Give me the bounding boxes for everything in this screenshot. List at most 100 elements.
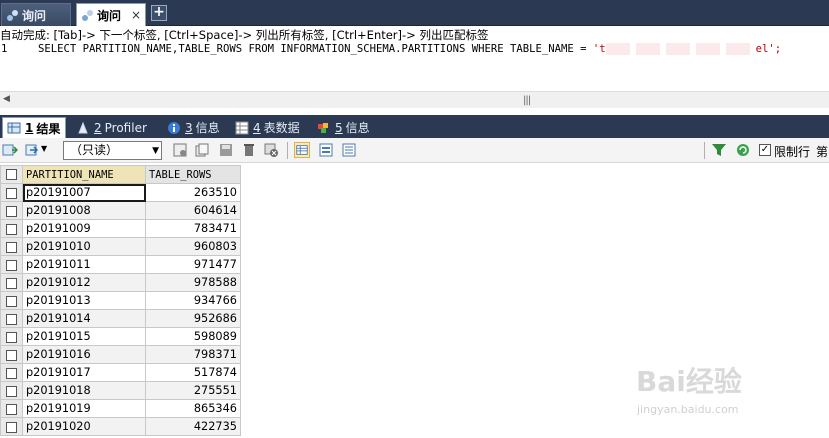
cell-table-rows[interactable]: 422735 (145, 417, 241, 436)
save-icon[interactable] (218, 142, 234, 158)
doc-tab-query-2[interactable]: 询问 × (76, 3, 146, 26)
scroll-grip-icon[interactable]: ||| (523, 95, 531, 106)
row-checkbox[interactable] (0, 417, 23, 436)
row-checkbox[interactable] (0, 201, 23, 220)
export-icon[interactable] (2, 142, 18, 158)
row-checkbox[interactable] (0, 219, 23, 238)
cell-table-rows[interactable]: 275551 (145, 381, 241, 400)
tab-results[interactable]: 1 结果 (2, 117, 66, 138)
doc-tab-query-1[interactable]: 询问 (1, 3, 71, 26)
row-checkbox[interactable] (0, 273, 23, 292)
cell-partition-name[interactable]: p20191015 (22, 327, 146, 346)
new-tab-button[interactable]: + (151, 5, 167, 21)
cell-table-rows[interactable]: 604614 (145, 201, 241, 220)
tab-messages[interactable]: 3 信息 (163, 117, 225, 138)
row-checkbox[interactable] (0, 255, 23, 274)
table-row[interactable]: p20191020 422735 (0, 417, 241, 436)
column-header-table-rows[interactable]: TABLE_ROWS (145, 165, 241, 184)
filter-icon[interactable] (711, 142, 727, 158)
insert-row-icon[interactable] (172, 142, 188, 158)
cell-table-rows[interactable]: 971477 (145, 255, 241, 274)
horizontal-scrollbar[interactable]: ◀ ||| (0, 91, 829, 108)
cell-partition-name[interactable]: p20191014 (22, 309, 146, 328)
table-row[interactable]: p20191009 783471 (0, 219, 241, 238)
text-view-icon[interactable] (341, 142, 357, 158)
form-view-icon[interactable] (318, 142, 334, 158)
tab-label: 信息 (195, 121, 220, 135)
row-checkbox[interactable] (0, 399, 23, 418)
column-header-partition-name[interactable]: PARTITION_NAME (22, 165, 146, 184)
table-icon (235, 121, 249, 134)
tab-info[interactable]: 5 信息 (313, 117, 375, 138)
cell-partition-name[interactable]: p20191013 (22, 291, 146, 310)
import-icon[interactable] (24, 142, 40, 158)
row-checkbox[interactable] (0, 327, 23, 346)
cell-partition-name[interactable]: p20191018 (22, 381, 146, 400)
table-row[interactable]: p20191012 978588 (0, 273, 241, 292)
toolbar-separator (704, 142, 705, 159)
sql-string-end: el'; (755, 43, 782, 55)
row-checkbox[interactable] (0, 309, 23, 328)
cell-table-rows[interactable]: 934766 (145, 291, 241, 310)
cell-table-rows[interactable]: 517874 (145, 363, 241, 382)
cell-partition-name[interactable]: p20191007 (22, 183, 146, 202)
refresh-icon[interactable] (735, 142, 751, 158)
cell-table-rows[interactable]: 960803 (145, 237, 241, 256)
query-icon (82, 9, 93, 21)
tab-profiler[interactable]: 2 Profiler (72, 117, 156, 138)
table-row[interactable]: p20191018 275551 (0, 381, 241, 400)
cell-table-rows[interactable]: 798371 (145, 345, 241, 364)
scroll-left-icon[interactable]: ◀ (3, 94, 10, 104)
table-row[interactable]: p20191008 604614 (0, 201, 241, 220)
result-mode-select[interactable]: （只读） ▼ (63, 141, 162, 160)
grid-view-icon[interactable] (294, 142, 310, 158)
line-number: 1 (1, 43, 8, 55)
cell-partition-name[interactable]: p20191017 (22, 363, 146, 382)
select-all-checkbox[interactable] (0, 165, 23, 184)
document-tab-bar: 询问 询问 × + (0, 0, 829, 26)
cell-partition-name[interactable]: p20191016 (22, 345, 146, 364)
cell-partition-name[interactable]: p20191008 (22, 201, 146, 220)
autocomplete-hint: 自动完成: [Tab]-> 下一个标签, [Ctrl+Space]-> 列出所有… (0, 28, 489, 42)
result-grid[interactable]: PARTITION_NAME TABLE_ROWS p20191007 26351… (0, 165, 241, 436)
cell-partition-name[interactable]: p20191009 (22, 219, 146, 238)
row-checkbox[interactable] (0, 183, 23, 202)
cell-table-rows[interactable]: 952686 (145, 309, 241, 328)
duplicate-row-icon[interactable] (194, 142, 210, 158)
row-checkbox[interactable] (0, 381, 23, 400)
table-row[interactable]: p20191015 598089 (0, 327, 241, 346)
sql-text: SELECT PARTITION_NAME,TABLE_ROWS FROM IN… (38, 43, 593, 55)
cell-table-rows[interactable]: 978588 (145, 273, 241, 292)
cell-table-rows[interactable]: 263510 (145, 183, 241, 202)
row-checkbox[interactable] (0, 363, 23, 382)
tab-label: Profiler (104, 120, 147, 135)
profiler-icon (78, 121, 88, 133)
cell-partition-name[interactable]: p20191012 (22, 273, 146, 292)
tab-label: 表数据 (263, 121, 300, 135)
sql-editor-line[interactable]: 1 SELECT PARTITION_NAME,TABLE_ROWS FROM I… (0, 43, 781, 58)
row-checkbox[interactable] (0, 291, 23, 310)
cell-table-rows[interactable]: 783471 (145, 219, 241, 238)
cell-partition-name[interactable]: p20191010 (22, 237, 146, 256)
chevron-down-icon[interactable]: ▼ (41, 144, 47, 153)
table-row[interactable]: p20191007 263510 (0, 183, 241, 202)
cancel-changes-icon[interactable] (263, 142, 279, 158)
cell-partition-name[interactable]: p20191020 (22, 417, 146, 436)
table-row[interactable]: p20191017 517874 (0, 363, 241, 382)
delete-icon[interactable] (241, 142, 257, 158)
cell-table-rows[interactable]: 598089 (145, 327, 241, 346)
table-row[interactable]: p20191016 798371 (0, 345, 241, 364)
table-row[interactable]: p20191013 934766 (0, 291, 241, 310)
table-row[interactable]: p20191019 865346 (0, 399, 241, 418)
limit-rows-checkbox[interactable]: ✓ (759, 144, 771, 156)
cell-partition-name[interactable]: p20191019 (22, 399, 146, 418)
table-row[interactable]: p20191014 952686 (0, 309, 241, 328)
row-checkbox[interactable] (0, 237, 23, 256)
tab-table-data[interactable]: 4 表数据 (231, 117, 307, 138)
cell-partition-name[interactable]: p20191011 (22, 255, 146, 274)
close-icon[interactable]: × (131, 8, 141, 22)
cell-table-rows[interactable]: 865346 (145, 399, 241, 418)
table-row[interactable]: p20191010 960803 (0, 237, 241, 256)
table-row[interactable]: p20191011 971477 (0, 255, 241, 274)
row-checkbox[interactable] (0, 345, 23, 364)
